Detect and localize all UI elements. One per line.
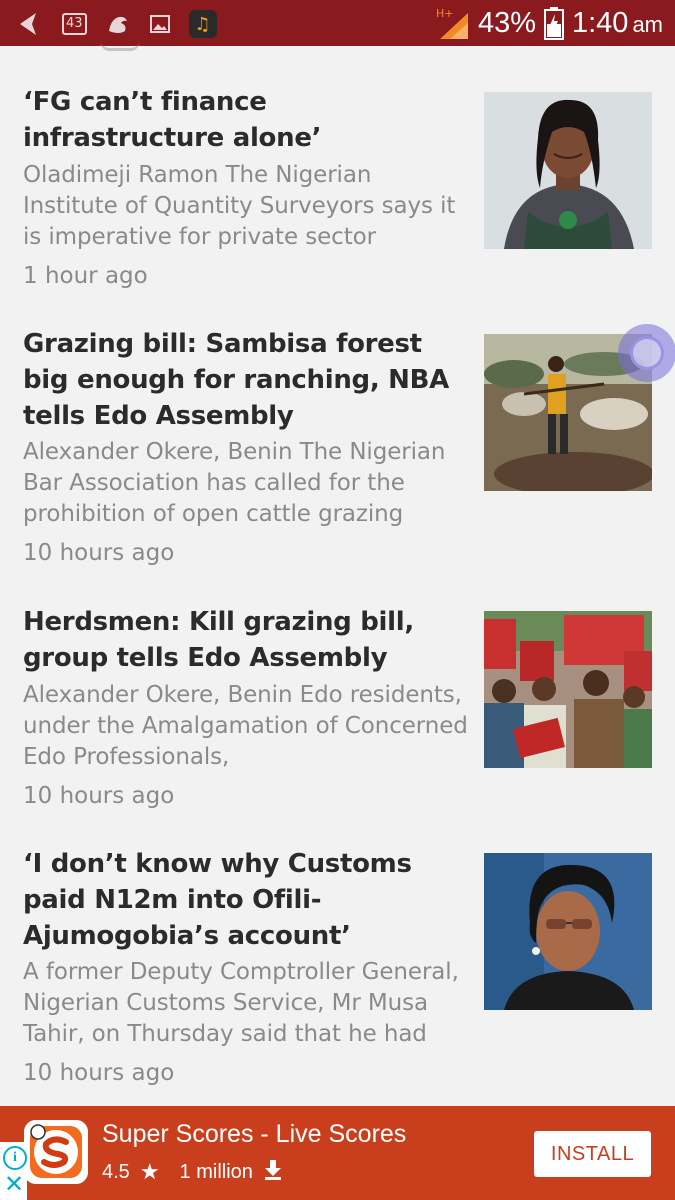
battery-icon bbox=[543, 6, 564, 40]
install-button[interactable]: INSTALL bbox=[534, 1131, 651, 1177]
news-time: 1 hour ago bbox=[23, 263, 148, 289]
ad-app-logo[interactable] bbox=[24, 1120, 88, 1184]
ad-choices: i ✕ bbox=[0, 1142, 27, 1200]
system-status: H+ 43% 1:40 am bbox=[436, 0, 663, 46]
ad-downloads: 1 million bbox=[179, 1160, 253, 1183]
notification-count-icon: 43 bbox=[62, 13, 87, 35]
previous-item-edge bbox=[100, 40, 140, 51]
news-snippet: Alexander Okere, Benin Edo residents, un… bbox=[23, 682, 468, 770]
news-snippet: Oladimeji Ramon The Nigerian Institute o… bbox=[23, 162, 456, 250]
download-icon bbox=[263, 1158, 283, 1186]
ad-rating: 4.5 bbox=[102, 1160, 130, 1183]
news-time: 10 hours ago bbox=[23, 783, 175, 809]
news-title[interactable]: ‘I don’t know why Customs paid N12m into… bbox=[23, 846, 463, 954]
ad-app-name[interactable]: Super Scores - Live Scores bbox=[102, 1120, 406, 1149]
ad-info-icon[interactable]: i bbox=[3, 1146, 27, 1170]
music-icon: ♫ bbox=[188, 10, 217, 38]
news-thumbnail[interactable] bbox=[484, 853, 652, 1010]
news-snippet: Alexander Okere, Benin The Nigerian Bar … bbox=[23, 439, 446, 527]
news-title[interactable]: ‘FG can’t finance infrastructure alone’ bbox=[23, 84, 463, 156]
news-time: 10 hours ago bbox=[23, 540, 175, 566]
news-snippet: A former Deputy Comptroller General, Nig… bbox=[23, 959, 459, 1047]
battery-percent: 43% bbox=[477, 6, 536, 39]
assistive-touch-core bbox=[630, 336, 664, 370]
clock: 1:40 am bbox=[572, 7, 663, 40]
notification-icons: 43 ♫ bbox=[14, 6, 217, 42]
star-icon: ★ bbox=[139, 1159, 160, 1184]
news-thumbnail[interactable] bbox=[484, 611, 652, 768]
news-title[interactable]: Herdsmen: Kill grazing bill, group tells… bbox=[23, 604, 463, 676]
network-type-label: H+ bbox=[436, 7, 454, 20]
news-thumbnail[interactable] bbox=[484, 92, 652, 249]
bird-app-icon bbox=[105, 11, 131, 37]
ad-banner[interactable]: Super Scores - Live Scores 4.5 ★ 1 milli… bbox=[0, 1106, 675, 1200]
back-arrow-icon[interactable] bbox=[14, 9, 44, 39]
ad-close-icon[interactable]: ✕ bbox=[3, 1172, 25, 1196]
clock-time: 1:40 bbox=[571, 6, 629, 39]
news-title[interactable]: Grazing bill: Sambisa forest big enough … bbox=[23, 326, 463, 434]
assistive-touch-button[interactable] bbox=[618, 324, 675, 382]
news-time: 10 hours ago bbox=[23, 1060, 175, 1086]
ad-app-meta: 4.5 ★ 1 million bbox=[102, 1158, 283, 1186]
clock-ampm: am bbox=[632, 11, 663, 37]
image-icon bbox=[149, 13, 171, 35]
signal-icon: H+ bbox=[436, 5, 470, 41]
